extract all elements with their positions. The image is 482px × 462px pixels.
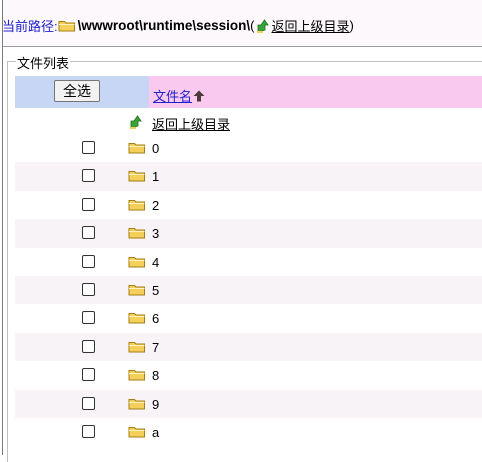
folder-icon <box>128 228 145 239</box>
file-list-legend: 文件列表 <box>16 53 71 72</box>
folder-icon <box>128 370 145 381</box>
folder-name[interactable]: 9 <box>152 397 159 412</box>
path-label: 当前路径: <box>2 18 58 34</box>
folder-name[interactable]: 1 <box>152 169 159 184</box>
row-checkbox[interactable] <box>82 169 95 183</box>
path-value: \wwwroot\runtime\session\ <box>77 17 251 33</box>
table-row[interactable]: 8 <box>15 361 482 389</box>
folder-icon <box>128 284 145 296</box>
row-checkbox[interactable] <box>82 311 95 325</box>
file-table: 全选 文件名 返回上级目录 0 1 2 3 4 5 6 7 8 9 a <box>15 76 482 446</box>
folder-name[interactable]: 0 <box>152 141 159 156</box>
folder-name[interactable]: a <box>152 425 159 440</box>
table-row[interactable]: 9 <box>15 389 482 418</box>
folder-name[interactable]: 4 <box>152 255 159 270</box>
folder-icon <box>128 143 145 154</box>
header-select-cell: 全选 <box>15 76 149 108</box>
table-row[interactable]: 4 <box>15 248 482 276</box>
row-checkbox[interactable] <box>82 197 95 211</box>
table-row[interactable]: 1 <box>15 162 482 191</box>
select-all-button[interactable]: 全选 <box>54 80 100 102</box>
row-checkbox[interactable] <box>82 141 95 154</box>
folder-icon <box>128 199 145 211</box>
file-rows: 0 1 2 3 4 5 6 7 8 9 a <box>15 134 482 446</box>
table-header: 全选 文件名 <box>15 76 482 108</box>
row-checkbox[interactable] <box>82 226 95 240</box>
back-to-parent-link[interactable]: 返回上级目录 <box>272 16 350 35</box>
close-paren: ) <box>349 17 354 33</box>
folder-icon <box>128 426 145 438</box>
folder-name[interactable]: 5 <box>152 283 159 298</box>
table-row[interactable]: 5 <box>15 275 482 305</box>
table-row[interactable]: a <box>15 418 482 446</box>
row-checkbox[interactable] <box>82 424 95 438</box>
path-bar: 当前路径: \wwwroot\runtime\session\ ( 返回上级目录… <box>2 0 482 47</box>
header-name-cell: 文件名 <box>149 76 482 108</box>
table-row[interactable]: 6 <box>15 304 482 332</box>
folder-icon <box>128 256 145 268</box>
window-left-border <box>2 0 3 455</box>
folder-name[interactable]: 3 <box>152 226 159 241</box>
table-row[interactable]: 0 <box>15 134 482 162</box>
row-checkbox[interactable] <box>82 339 95 353</box>
folder-name[interactable]: 8 <box>152 368 159 383</box>
current-path: 当前路径: \wwwroot\runtime\session\ ( 返回上级目录… <box>2 16 354 34</box>
parent-directory-row[interactable]: 返回上级目录 <box>15 108 482 134</box>
folder-icon <box>128 341 145 353</box>
up-directory-icon <box>130 115 142 129</box>
folder-name[interactable]: 7 <box>152 340 159 355</box>
row-checkbox[interactable] <box>82 396 95 410</box>
folder-icon <box>128 398 145 410</box>
parent-directory-link[interactable]: 返回上级目录 <box>152 114 230 133</box>
folder-icon <box>128 171 145 182</box>
folder-icon <box>58 20 75 31</box>
folder-name[interactable]: 6 <box>152 311 159 326</box>
up-directory-icon[interactable] <box>255 17 271 33</box>
folder-icon <box>128 313 145 324</box>
row-checkbox[interactable] <box>82 254 95 268</box>
table-row[interactable]: 3 <box>15 219 482 248</box>
folder-name[interactable]: 2 <box>152 198 159 213</box>
table-row[interactable]: 2 <box>15 191 482 219</box>
name-header: 文件名 <box>153 86 205 105</box>
table-row[interactable]: 7 <box>15 332 482 362</box>
row-checkbox[interactable] <box>82 282 95 296</box>
row-checkbox[interactable] <box>82 368 95 382</box>
sort-by-name-link[interactable]: 文件名 <box>153 86 192 105</box>
sort-arrow-up-icon[interactable] <box>193 90 205 102</box>
